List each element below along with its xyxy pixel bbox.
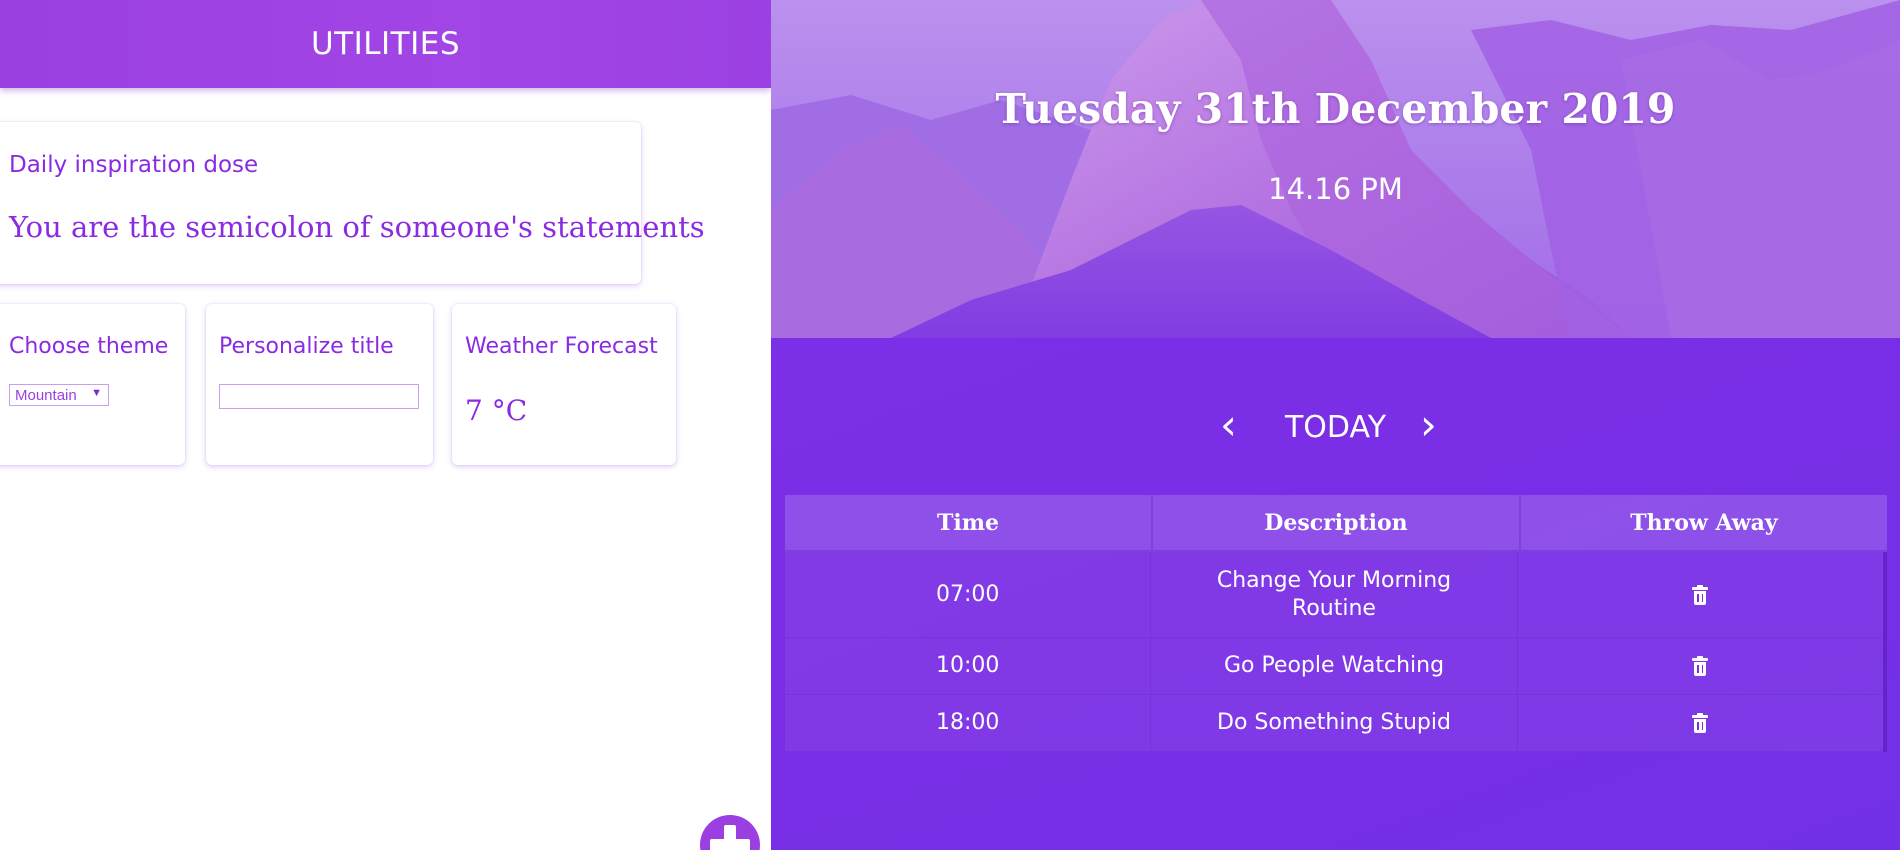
theme-card: Choose theme Mountain ▼ (0, 304, 185, 465)
trash-icon[interactable] (1692, 584, 1709, 605)
row-throw-away-cell (1518, 695, 1883, 751)
hero-banner: Tuesday 31th December 2019 14.16 PM (771, 0, 1900, 338)
utilities-header: UTILITIES (0, 0, 771, 88)
row-description: Change Your Morning Routine (1151, 552, 1518, 637)
theme-select[interactable]: Mountain ▼ (9, 384, 109, 406)
weather-temperature: 7 °C (465, 394, 528, 427)
utilities-panel: UTILITIES Daily inspiration dose You are… (0, 0, 771, 850)
mountain-background-image (771, 0, 1900, 338)
personalize-title-input[interactable] (219, 384, 419, 409)
row-time: 07:00 (785, 552, 1152, 637)
row-throw-away-cell (1518, 552, 1883, 637)
utilities-title: UTILITIES (310, 26, 461, 62)
plus-icon-bar (710, 839, 750, 850)
row-description: Go People Watching (1151, 638, 1518, 694)
trash-icon[interactable] (1692, 656, 1709, 676)
theme-selected-value: Mountain (15, 386, 77, 404)
planner-panel: Tuesday 31th December 2019 14.16 PM ‹ TO… (771, 0, 1900, 850)
current-date: Tuesday 31th December 2019 (995, 85, 1676, 133)
table-row: 07:00 Change Your Morning Routine (785, 552, 1883, 638)
inspiration-title: Daily inspiration dose (9, 152, 259, 178)
column-header-time: Time (785, 495, 1153, 550)
column-header-description: Description (1153, 495, 1521, 550)
personalize-card: Personalize title (206, 304, 433, 465)
row-description: Do Something Stupid (1151, 695, 1518, 751)
row-time: 10:00 (785, 638, 1152, 694)
trash-icon[interactable] (1692, 713, 1709, 733)
weather-card: Weather Forecast 7 °C (452, 304, 676, 465)
table-row: 10:00 Go People Watching (785, 638, 1883, 695)
day-label: TODAY (1284, 410, 1387, 445)
agenda-table: Time Description Throw Away 07:00 Change… (785, 495, 1887, 752)
current-time: 14.16 PM (1268, 172, 1403, 206)
weather-title: Weather Forecast (465, 334, 658, 359)
row-throw-away-cell (1518, 638, 1883, 694)
day-navigator: ‹ TODAY › (771, 400, 1900, 460)
row-time: 18:00 (785, 695, 1152, 751)
theme-title: Choose theme (9, 334, 169, 359)
table-row: 18:00 Do Something Stupid (785, 695, 1883, 752)
inspiration-card: Daily inspiration dose You are the semic… (0, 122, 705, 284)
column-header-throw-away: Throw Away (1630, 509, 1778, 536)
table-body: 07:00 Change Your Morning Routine 10:00 … (785, 552, 1887, 752)
add-button[interactable] (700, 815, 760, 850)
chevron-right-icon[interactable]: › (1420, 400, 1437, 449)
personalize-title: Personalize title (219, 334, 394, 359)
table-header: Time Description Throw Away (785, 495, 1887, 552)
inspiration-quote: You are the semicolon of someone's state… (9, 210, 705, 244)
dropdown-arrow-icon: ▼ (91, 387, 102, 399)
